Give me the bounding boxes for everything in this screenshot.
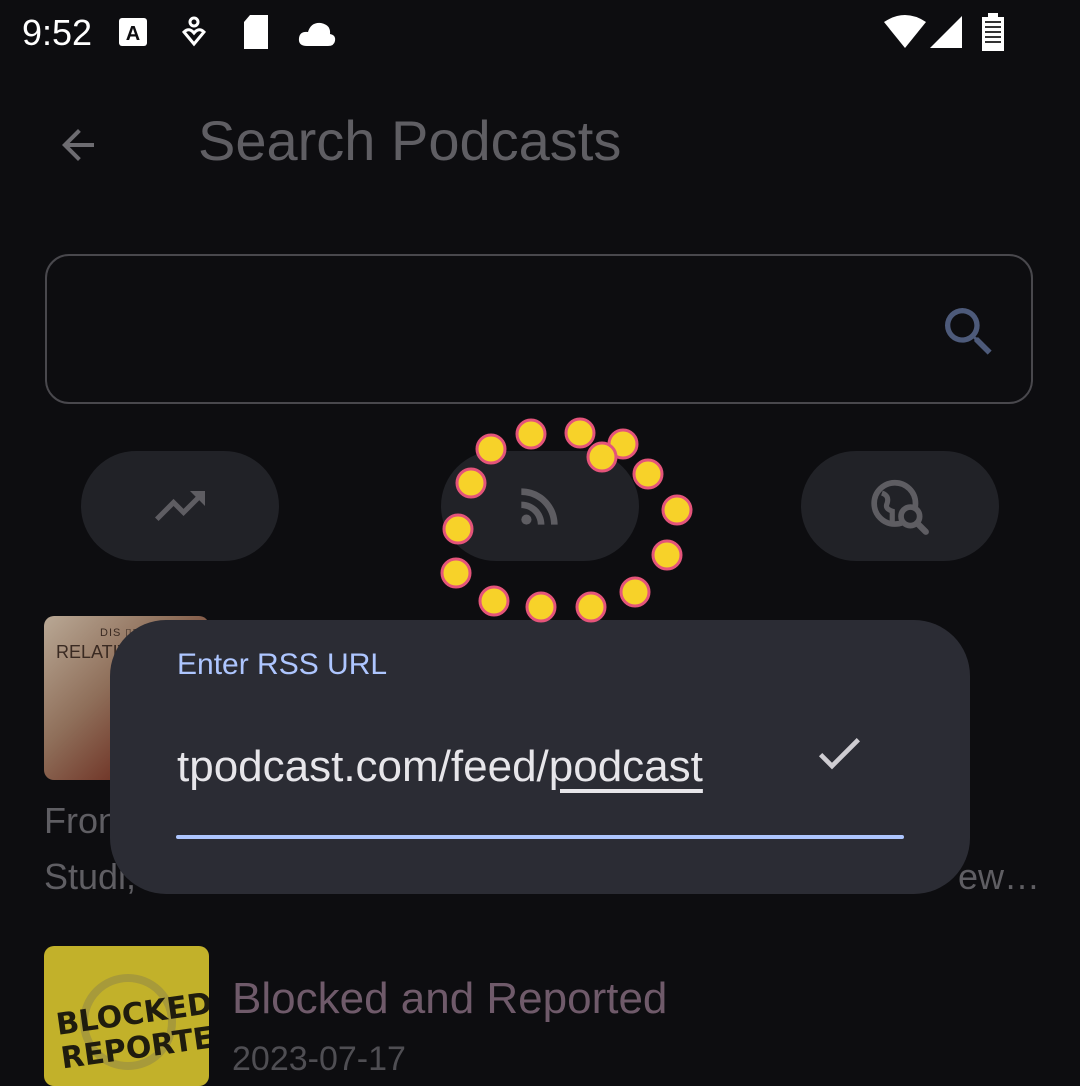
app-bar: Search Podcasts — [0, 90, 1080, 200]
cloud-icon — [298, 22, 336, 46]
web-search-button[interactable] — [801, 451, 999, 561]
check-icon — [818, 738, 860, 770]
hearing-icon — [181, 16, 207, 47]
rss-button[interactable] — [441, 451, 639, 561]
svg-text:A: A — [126, 23, 140, 45]
status-bar: 9:52 A — [0, 0, 1080, 70]
status-time: 9:52 — [22, 12, 93, 53]
keyboard-a-icon: A — [119, 18, 147, 46]
travel-explore-icon — [871, 479, 929, 535]
search-input[interactable] — [71, 286, 935, 378]
trending-up-icon — [155, 491, 205, 521]
result-title[interactable]: Blocked and Reported — [232, 974, 667, 1024]
result-text-line1: Fron — [44, 800, 119, 841]
sd-card-icon — [244, 15, 268, 49]
rss-url-label: Enter RSS URL — [177, 648, 388, 681]
wifi-icon — [884, 15, 926, 48]
rss-url-text: tpodcast.com/feed/ — [177, 742, 549, 791]
rss-url-composing-text: podcast — [548, 742, 703, 791]
battery-icon — [982, 13, 1004, 51]
rss-url-input-underline — [176, 835, 904, 839]
search-field[interactable] — [45, 254, 1033, 404]
signal-icon — [930, 16, 962, 48]
page-title: Search Podcasts — [198, 109, 622, 172]
search-button[interactable] — [937, 300, 1001, 364]
rss-url-input[interactable]: tpodcast.com/feed/podcast — [177, 742, 703, 792]
arrow-back-icon — [62, 129, 94, 161]
rss-feed-icon — [521, 488, 558, 525]
result-thumbnail[interactable]: BLOCKED& REPORTED — [44, 946, 209, 1086]
confirm-button[interactable] — [804, 720, 874, 786]
trending-button[interactable] — [81, 451, 279, 561]
thumbnail-caption: BLOCKED& REPORTED — [54, 982, 209, 1077]
result-date: 2023-07-17 — [232, 1040, 406, 1078]
result-text-tail: ew… — [958, 856, 1041, 897]
back-button[interactable] — [40, 110, 116, 180]
rss-url-dialog: Enter RSS URL tpodcast.com/feed/podcast — [110, 620, 970, 894]
search-icon — [945, 308, 992, 355]
